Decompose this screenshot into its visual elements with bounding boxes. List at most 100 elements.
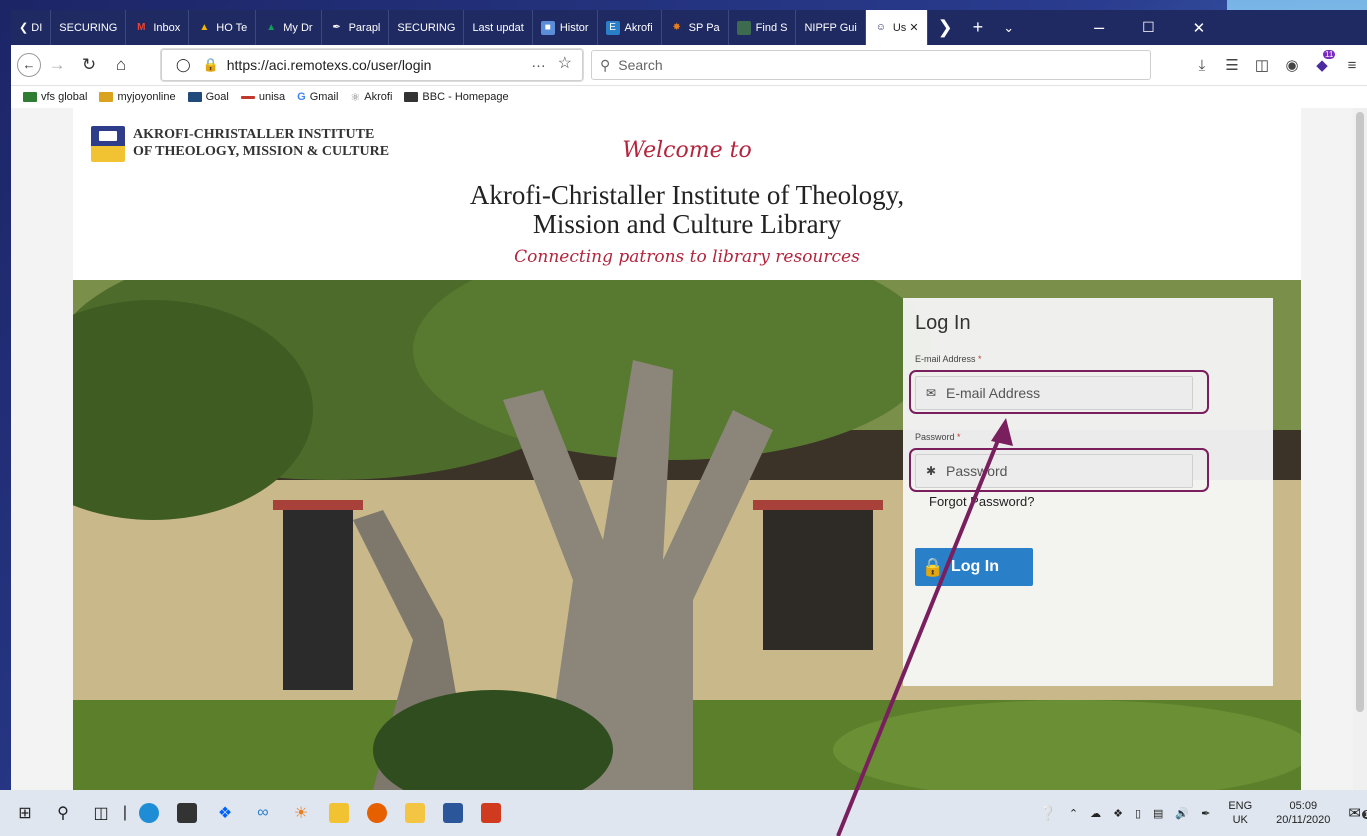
download-icon[interactable]: ⤓ [1187,57,1217,74]
bookmarks-bar: vfs global myjoyonline Goal unisa G Gmail… [11,86,1367,108]
tab-11[interactable]: Find S [729,10,797,45]
edge-icon[interactable] [130,790,168,836]
tray-expand-icon[interactable]: ⌃ [1069,807,1078,820]
lock-icon[interactable]: 🔒 [203,57,219,73]
campus-photo: Log In E-mail Address * ✉ E-mail Address… [73,280,1301,790]
system-tray: ❔ ⌃ ☁ ❖ ▯ ▤ 🔊 ✒ ENG UK 05:09 20/11/2020 ✉ 1… [1033,790,1367,836]
tab-7[interactable]: Last updat [464,10,533,45]
windows-start-icon[interactable]: ⊞ [6,790,44,836]
tab-4[interactable]: ▲ My Dr [256,10,322,45]
home-icon[interactable]: ⌂ [105,55,137,75]
tab-label: SECURING [397,21,456,34]
page-actions-icon[interactable]: … [531,54,546,71]
password-field[interactable]: ✱ Password [915,454,1193,488]
tab-1[interactable]: SECURING [51,10,127,45]
lang-code: ENG [1228,800,1253,812]
library-icon[interactable]: ☰ [1217,56,1247,74]
bookmark-unisa[interactable]: unisa [240,91,285,103]
close-tab-icon[interactable]: ✕ [909,21,918,34]
pen-icon[interactable]: ✒ [1201,807,1210,820]
close-window-icon[interactable]: ✕ [1183,19,1216,37]
akrofi-icon: ⚛ [350,91,361,104]
myjoyonline-icon [99,92,114,102]
tab-scroll-right-icon[interactable]: ❯ [928,17,963,38]
library-title-line2: Mission and Culture Library [532,209,842,239]
extension-icon[interactable]: ◆ 11 [1307,50,1337,74]
url-text[interactable]: https://aci.remotexs.co/user/login [227,57,432,73]
forgot-password-link[interactable]: Forgot Password? [929,494,1035,509]
firefox-icon[interactable] [358,790,396,836]
login-panel: Log In E-mail Address * ✉ E-mail Address… [903,298,1273,686]
email-field[interactable]: ✉ E-mail Address [915,376,1193,410]
battery-icon[interactable]: ▯ [1135,807,1141,820]
search-bar[interactable]: ⚲ Search [591,50,1151,80]
url-bar[interactable]: ◯ 🔒 https://aci.remotexs.co/user/login …… [161,49,583,81]
language-indicator[interactable]: ENG UK [1222,799,1258,827]
reload-icon[interactable]: ↻ [73,55,105,75]
tab-10[interactable]: ✸ SP Pa [662,10,729,45]
tab-0[interactable]: ❮ DI [11,10,52,45]
page-scrollbar[interactable] [1353,108,1367,790]
goal-icon [187,92,202,102]
minimize-icon[interactable]: – [1084,17,1114,38]
cloud-icon[interactable]: ☁ [1090,807,1101,820]
back-icon[interactable]: ← [17,53,41,77]
account-icon[interactable]: ◉ [1277,56,1307,74]
help-icon[interactable]: ❔ [1039,805,1056,822]
bookmark-gmail[interactable]: G Gmail [297,91,338,103]
site-header: AKROFI-CHRISTALLER INSTITUTE OF THEOLOGY… [73,108,1301,280]
email-label-text: E-mail Address [915,354,976,364]
tab-3[interactable]: ▲ HO Te [189,10,257,45]
clock[interactable]: 05:09 20/11/2020 [1270,799,1336,827]
notification-icon[interactable]: ✉16 [1348,804,1367,822]
search-icon[interactable]: ⚲ [44,790,82,836]
app-icon[interactable]: ☀ [282,790,320,836]
search-input[interactable]: Search [618,57,662,73]
dropbox-icon[interactable]: ❖ [206,790,244,836]
tab-13-active[interactable]: ☺ Us ✕ [865,10,928,45]
network-icon[interactable]: ▤ [1153,807,1163,820]
tab-2[interactable]: M Inbox [126,10,190,45]
store-icon[interactable] [168,790,206,836]
asterisk-icon: ✱ [925,464,937,478]
tab-5[interactable]: ✒ Parapl [322,10,390,45]
library-title-line1: Akrofi-Christaller Institute of Theology… [469,180,905,210]
tab-label: HO Te [216,21,248,34]
tab-12[interactable]: NIPFP Gui [796,10,866,45]
tab-label: Find S [755,21,788,34]
new-tab-icon[interactable]: + [963,17,994,38]
bookmark-bbc[interactable]: BBC - Homepage [404,91,509,103]
taskbar-divider: | [122,804,128,821]
forward-icon[interactable]: → [41,55,73,75]
maximize-icon[interactable]: ☐ [1132,19,1165,36]
tab-scroll-left-icon[interactable]: ❮ [19,21,28,34]
sticky-notes-icon[interactable] [320,790,358,836]
loop-icon[interactable]: ∞ [244,790,282,836]
bookmark-label: Gmail [309,91,339,103]
tab-9[interactable]: E Akrofi [598,10,662,45]
bookmark-akrofi[interactable]: ⚛ Akrofi [350,91,392,104]
password-label-text: Password [915,432,955,442]
dropbox-tray-icon[interactable]: ❖ [1113,807,1123,820]
taskbar: ⊞ ⚲ ◫ | ❖ ∞ ☀ ❔ ⌃ ☁ ❖ ▯ ▤ 🔊 ✒ ENG UK 05:0… [0,790,1367,836]
shield-icon[interactable]: ◯ [176,57,191,73]
bookmark-myjoyonline[interactable]: myjoyonline [99,91,176,103]
task-view-icon[interactable]: ◫ [82,790,120,836]
tab-label: Parapl [348,21,381,34]
sidebar-icon[interactable]: ◫ [1247,56,1277,74]
tab-8[interactable]: ■ Histor [533,10,598,45]
word-icon[interactable] [434,790,472,836]
acrobat-icon[interactable] [472,790,510,836]
volume-icon[interactable]: 🔊 [1175,807,1189,820]
tab-6[interactable]: SECURING [389,10,465,45]
bookmark-star-icon[interactable]: ☆ [558,53,572,73]
tab-label: DI [31,21,43,34]
password-label: Password * [915,432,961,442]
bookmark-vfs[interactable]: vfs global [23,91,87,103]
bookmark-goal[interactable]: Goal [187,91,229,103]
file-explorer-icon[interactable] [396,790,434,836]
login-button[interactable]: 🔒 Log In [915,548,1033,586]
list-tabs-icon[interactable]: ⌄ [993,20,1024,36]
menu-icon[interactable]: ≡ [1337,57,1367,74]
bookmark-label: Akrofi [364,91,393,103]
